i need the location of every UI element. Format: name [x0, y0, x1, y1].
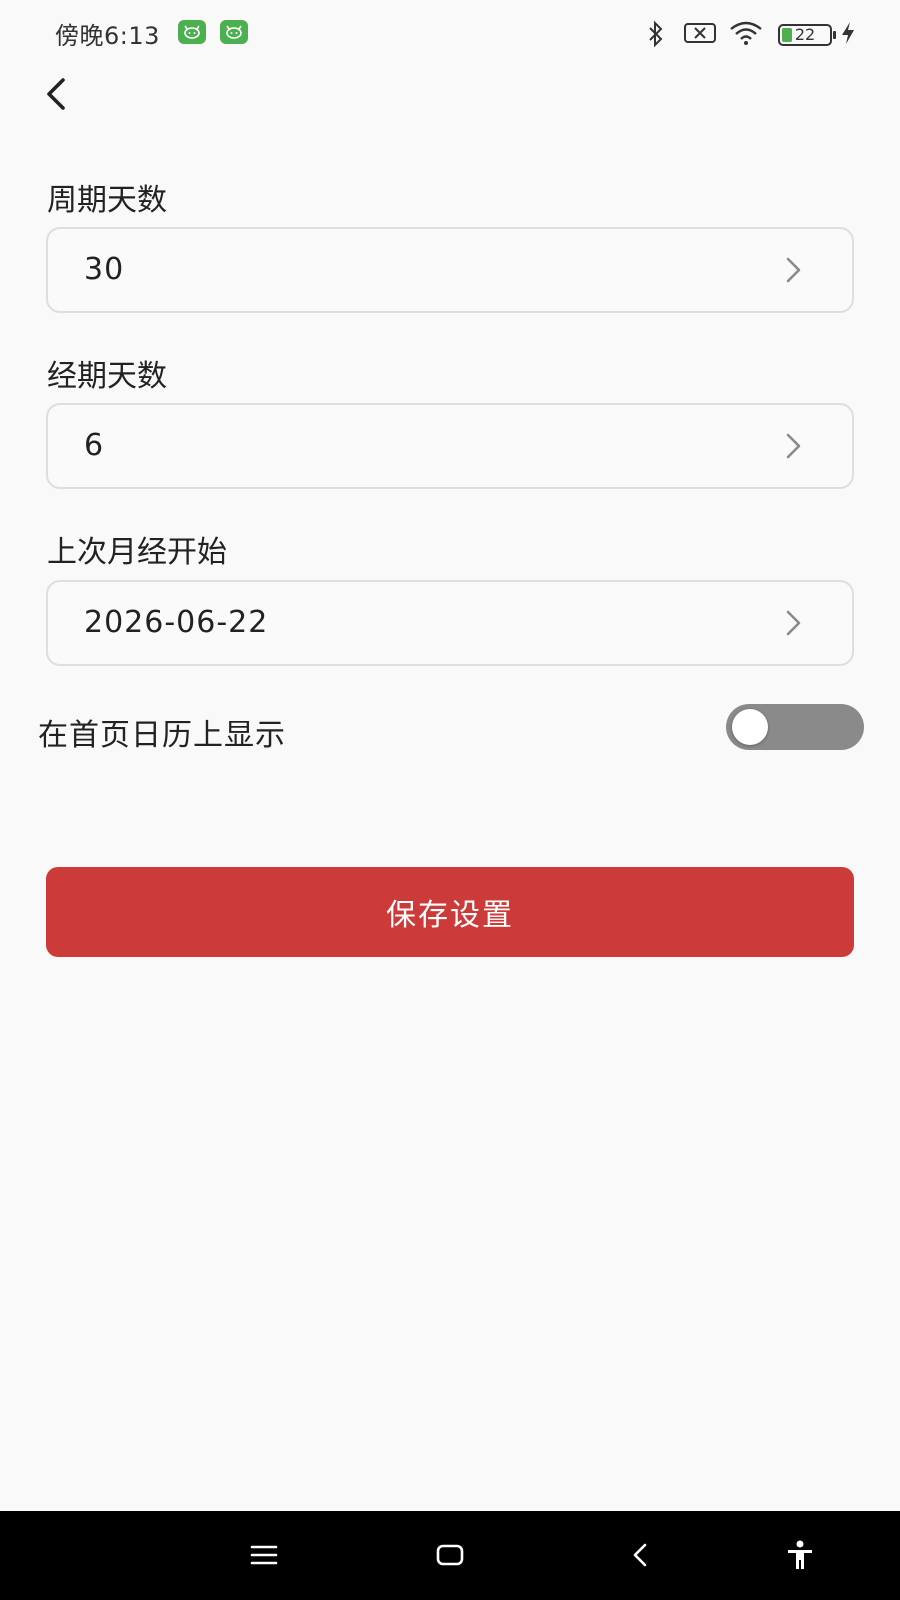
- back-button[interactable]: [36, 72, 76, 116]
- app-notification-icon: [220, 20, 248, 44]
- period-days-field[interactable]: 6: [46, 403, 854, 489]
- last-period-start-field[interactable]: 2026-06-22: [46, 580, 854, 666]
- period-days-label: 经期天数: [47, 359, 167, 394]
- show-on-calendar-label: 在首页日历上显示: [38, 718, 286, 753]
- toggle-knob: [732, 709, 768, 745]
- charging-icon: [840, 20, 856, 50]
- menu-icon[interactable]: [240, 1533, 288, 1577]
- battery-level: 22: [794, 25, 816, 44]
- show-on-calendar-toggle[interactable]: [726, 704, 864, 750]
- status-bar: 傍晚6:13 22: [0, 0, 900, 66]
- cycle-days-field[interactable]: 30: [46, 227, 854, 313]
- home-icon[interactable]: [426, 1533, 474, 1577]
- battery-icon: 22: [776, 20, 836, 50]
- status-time: 傍晚6:13: [55, 22, 160, 50]
- save-settings-button[interactable]: 保存设置: [46, 867, 854, 957]
- accessibility-icon[interactable]: [776, 1533, 824, 1577]
- chevron-right-icon: [786, 433, 801, 459]
- chevron-right-icon: [786, 257, 801, 283]
- chevron-left-icon: [47, 78, 65, 110]
- chevron-right-icon: [786, 610, 801, 636]
- wifi-icon: [728, 20, 764, 50]
- no-sim-icon: [684, 22, 716, 48]
- cycle-days-label: 周期天数: [47, 183, 167, 218]
- last-period-start-value: 2026-06-22: [84, 605, 269, 640]
- cycle-days-value: 30: [84, 252, 125, 287]
- system-nav-bar: [0, 1511, 900, 1600]
- app-notification-icon: [178, 20, 206, 44]
- last-period-start-label: 上次月经开始: [47, 535, 227, 570]
- back-icon[interactable]: [616, 1533, 664, 1577]
- bluetooth-icon: [646, 20, 666, 52]
- period-days-value: 6: [84, 428, 105, 463]
